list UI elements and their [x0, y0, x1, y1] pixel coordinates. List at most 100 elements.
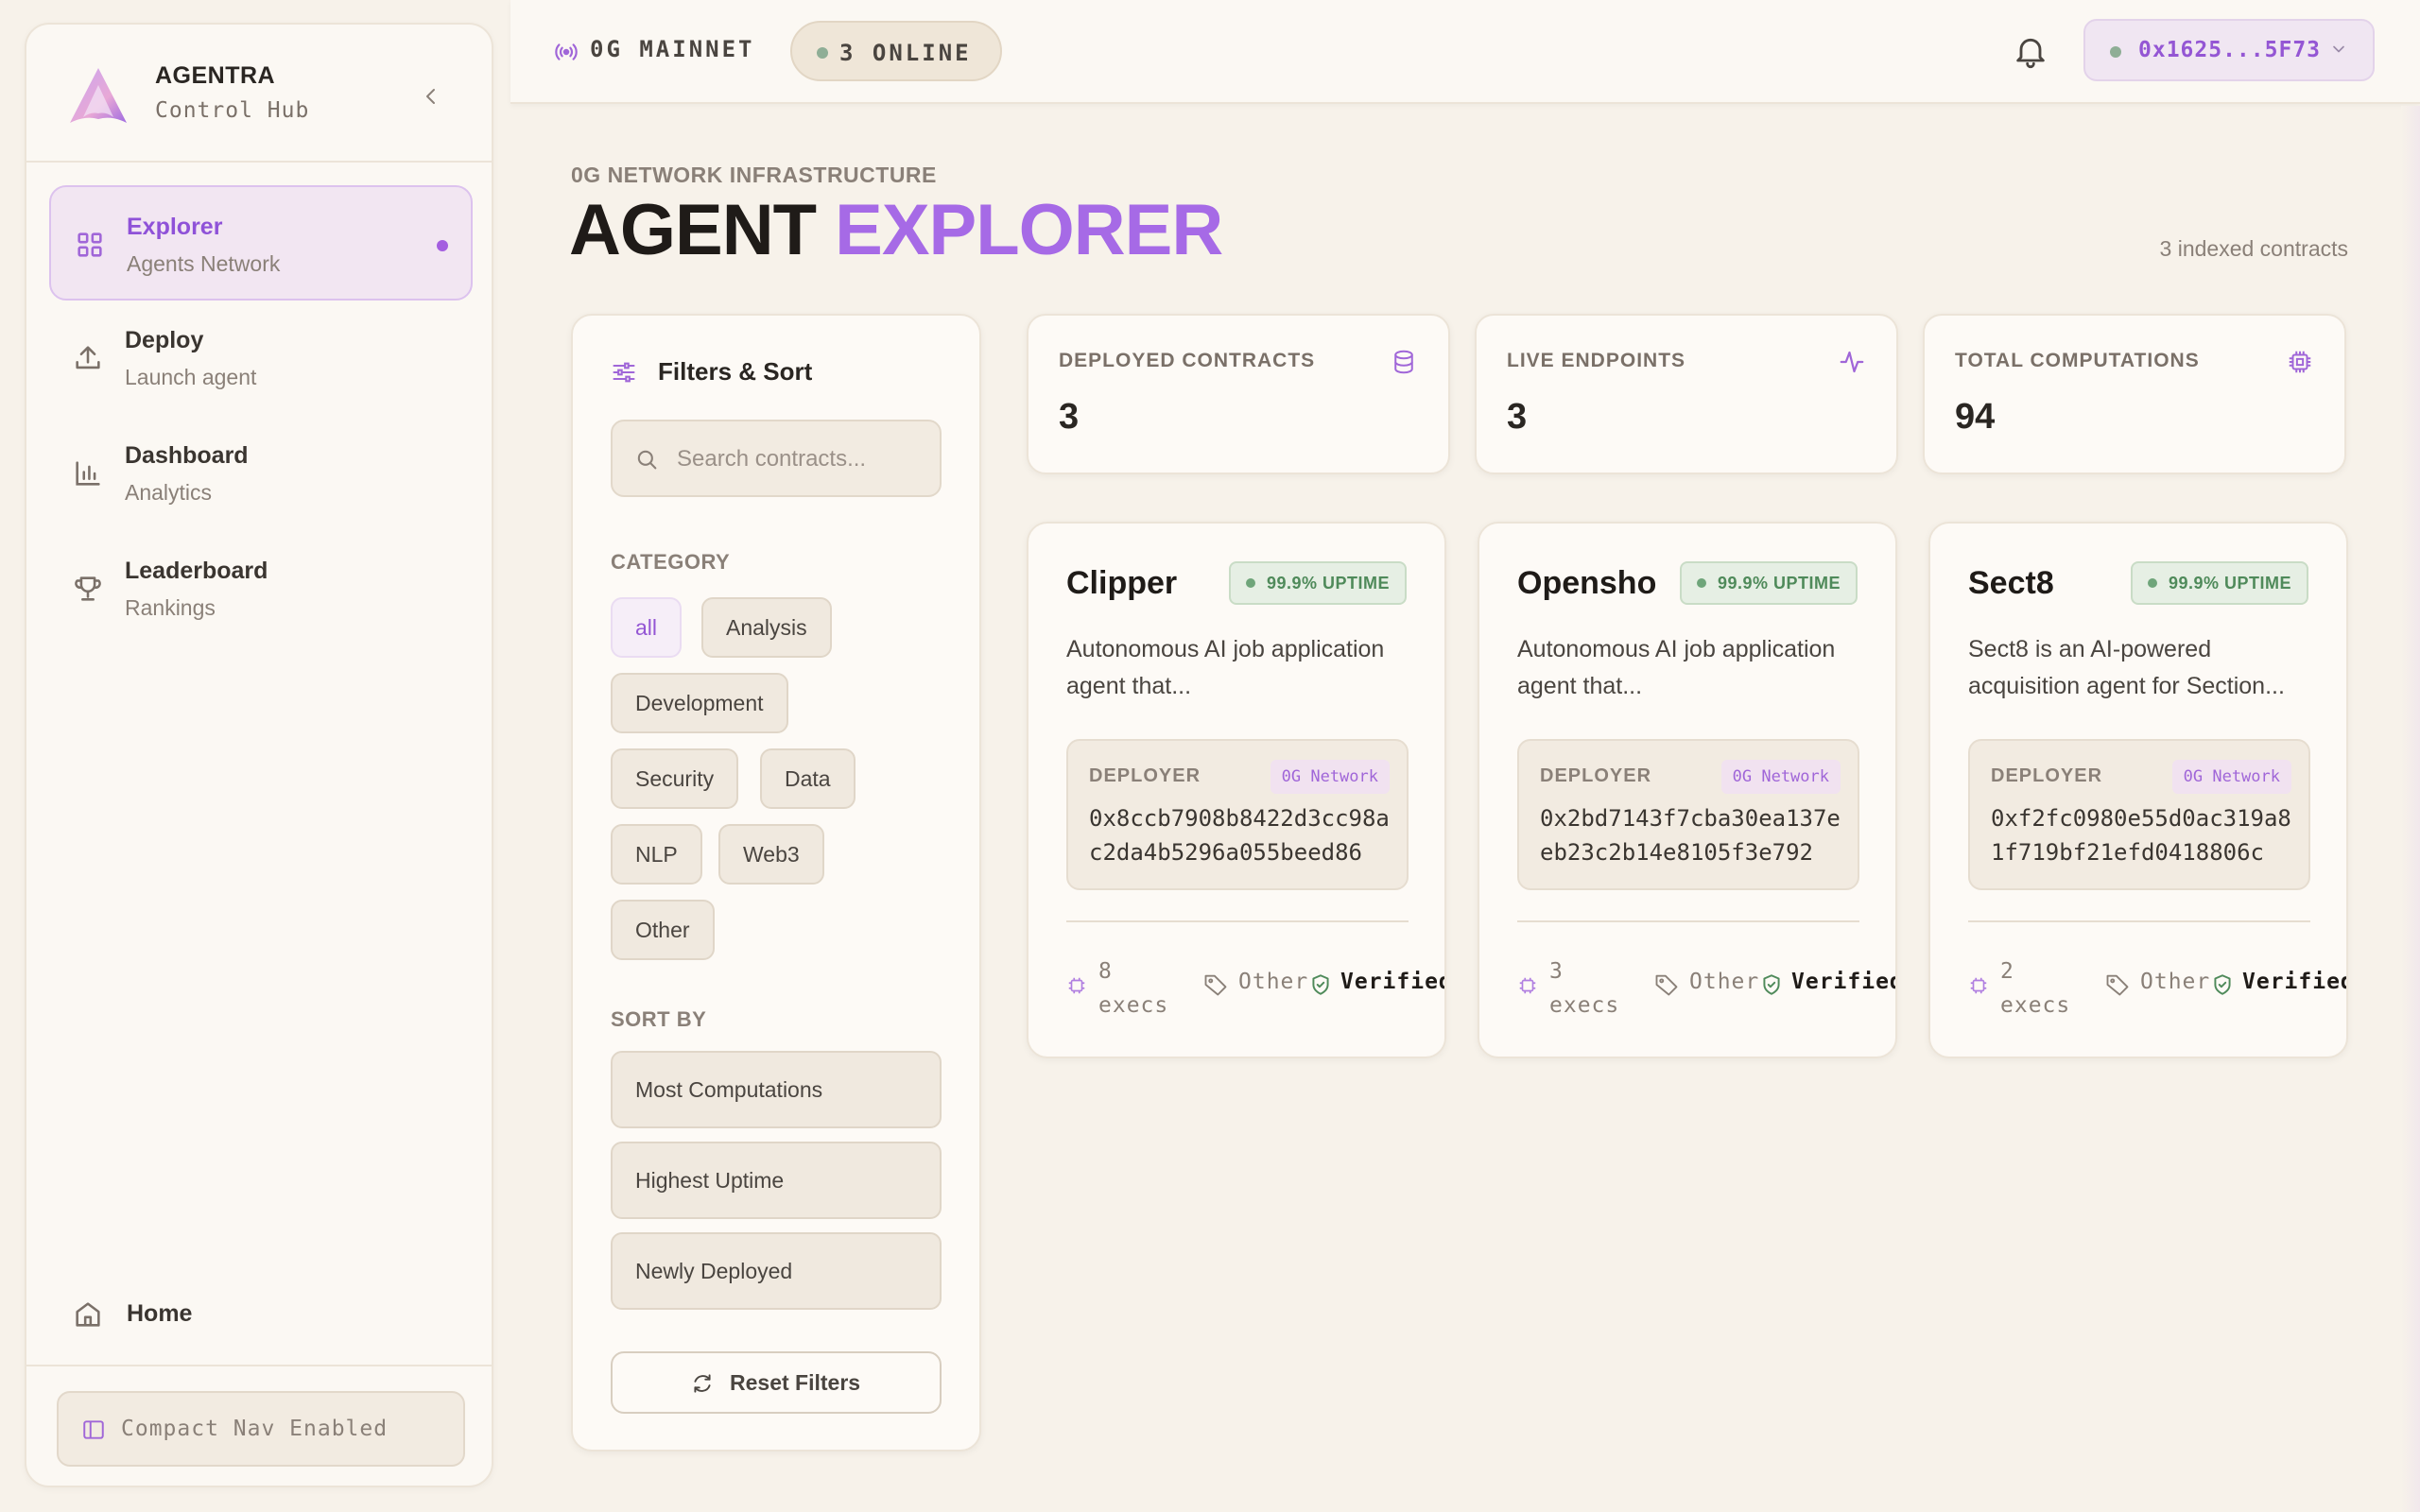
- filters-panel: Filters & Sort CATEGORY all Analysis Dev…: [571, 314, 981, 1452]
- category-chip-data[interactable]: Data: [760, 748, 856, 809]
- stat-value: 3: [1507, 397, 1528, 437]
- stat-label: DEPLOYED CONTRACTS: [1059, 350, 1316, 371]
- agent-card-opensho[interactable]: Opensho 99.9% UPTIME Autonomous AI job a…: [1478, 522, 1897, 1058]
- exec-count-value: 3: [1549, 959, 1564, 984]
- page-eyebrow: 0G NETWORK INFRASTRUCTURE: [571, 163, 937, 187]
- online-dot: [817, 47, 828, 59]
- sort-label: SORT BY: [611, 1007, 707, 1031]
- broadcast-icon: [555, 43, 578, 60]
- page-title-main: AGENT: [569, 190, 817, 270]
- deployer-label: DEPLOYER: [1089, 765, 1201, 786]
- shield-check-icon: [1763, 974, 1780, 995]
- refresh-icon: [694, 1374, 711, 1393]
- card-divider: [1517, 920, 1859, 922]
- deployer-address: 0x8ccb7908b8422d3cc98ac2da4b5296a055beed…: [1089, 805, 1390, 866]
- compact-nav-toggle[interactable]: Compact Nav Enabled: [57, 1391, 465, 1467]
- sidebar-item-explorer[interactable]: Explorer Agents Network: [49, 185, 473, 301]
- tag-icon: [1655, 974, 1678, 996]
- verified-label: Verified: [1340, 970, 1446, 994]
- category-chip-analysis[interactable]: Analysis: [701, 597, 832, 658]
- sort-most-computations[interactable]: Most Computations: [611, 1051, 942, 1128]
- deployer-label: DEPLOYER: [1540, 765, 1652, 786]
- deployer-box: DEPLOYER 0G Network 0x8ccb7908b8422d3cc9…: [1066, 739, 1409, 890]
- agent-name: Opensho: [1517, 565, 1657, 601]
- category-chip-development[interactable]: Development: [611, 673, 788, 733]
- category-chip-other[interactable]: Other: [611, 900, 715, 960]
- sidebar-item-title: Dashboard: [125, 442, 249, 469]
- uptime-badge: 99.9% UPTIME: [1228, 561, 1407, 605]
- sort-highest-uptime[interactable]: Highest Uptime: [611, 1142, 942, 1219]
- agent-name: Sect8: [1968, 565, 2054, 601]
- agent-category: Other: [1689, 970, 1760, 994]
- sidebar-nav: Explorer Agents Network Deploy Launch ag…: [49, 185, 473, 646]
- agent-description: Autonomous AI job application agent that…: [1517, 636, 1836, 699]
- exec-count-unit: execs: [2000, 993, 2071, 1018]
- sort-newly-deployed[interactable]: Newly Deployed: [611, 1232, 942, 1310]
- category-chip-security[interactable]: Security: [611, 748, 739, 809]
- cpu-icon: [1519, 977, 1536, 994]
- sidebar-item-home[interactable]: Home: [26, 1291, 405, 1338]
- exec-count-value: 8: [1098, 959, 1113, 984]
- card-divider: [1066, 920, 1409, 922]
- exec-count-unit: execs: [1549, 993, 1620, 1018]
- shield-check-icon: [2214, 974, 2231, 995]
- activity-icon: [1840, 351, 1864, 373]
- sidebar-item-subtitle: Launch agent: [125, 365, 257, 389]
- sliders-icon: [613, 362, 635, 383]
- search-input[interactable]: [677, 438, 932, 480]
- page-title-accent: EXPLORER: [835, 190, 1223, 270]
- category-chip-all[interactable]: all: [611, 597, 683, 658]
- active-indicator: [437, 240, 448, 251]
- exec-count: 3 execs: [1549, 954, 1663, 1022]
- agent-category: Other: [2140, 970, 2211, 994]
- sidebar-divider: [26, 1365, 492, 1366]
- sidebar-item-dashboard[interactable]: Dashboard Analytics: [49, 416, 473, 531]
- database-icon: [1394, 350, 1413, 374]
- stat-value: 94: [1955, 397, 1996, 437]
- topbar: 0G MAINNET 3 ONLINE 0x1625...5F73: [510, 0, 2420, 104]
- stat-value: 3: [1059, 397, 1080, 437]
- exec-count: 2 execs: [2000, 954, 2114, 1022]
- deployer-address: 0xf2fc0980e55d0ac319a81f719bf21efd041880…: [1991, 805, 2291, 866]
- deployer-box: DEPLOYER 0G Network 0x2bd7143f7cba30ea13…: [1517, 739, 1859, 890]
- wallet-button[interactable]: 0x1625...5F73: [2083, 19, 2375, 81]
- bell-icon[interactable]: [2012, 32, 2049, 70]
- uptime-badge: 99.9% UPTIME: [2130, 561, 2308, 605]
- sidebar-item-subtitle: Agents Network: [127, 251, 281, 276]
- brand-subtitle: Control Hub: [155, 98, 310, 123]
- verified-label: Verified: [2242, 970, 2348, 994]
- deployer-label: DEPLOYER: [1991, 765, 2103, 786]
- sidebar-item-leaderboard[interactable]: Leaderboard Rankings: [49, 531, 473, 646]
- verified-label: Verified: [1791, 970, 1897, 994]
- cpu-icon: [1068, 977, 1085, 994]
- sidebar-item-title: Leaderboard: [125, 558, 268, 584]
- grid-icon: [78, 232, 102, 257]
- bar-chart-icon: [76, 461, 100, 486]
- search-box: [611, 420, 942, 497]
- reset-filters-label: Reset Filters: [730, 1370, 861, 1395]
- stat-live-endpoints: LIVE ENDPOINTS 3: [1475, 314, 1898, 474]
- stat-total-computations: TOTAL COMPUTATIONS 94: [1923, 314, 2346, 474]
- sidebar-item-subtitle: Analytics: [125, 480, 213, 505]
- search-icon: [637, 450, 657, 470]
- network-badge: 0G Network: [1720, 760, 1841, 794]
- compact-nav-label: Compact Nav Enabled: [121, 1417, 389, 1441]
- reset-filters-button[interactable]: Reset Filters: [611, 1351, 942, 1414]
- agent-card-sect8[interactable]: Sect8 99.9% UPTIME Sect8 is an AI-powere…: [1928, 522, 2348, 1058]
- online-count: 3 ONLINE: [839, 40, 972, 66]
- home-icon: [76, 1302, 100, 1327]
- stat-label: LIVE ENDPOINTS: [1507, 350, 1686, 371]
- brand-name: AGENTRA: [155, 62, 276, 89]
- page-title: AGENT EXPLORER: [569, 189, 1223, 271]
- trophy-icon: [75, 576, 101, 601]
- shield-check-icon: [1312, 974, 1329, 995]
- sidebar-item-deploy[interactable]: Deploy Launch agent: [49, 301, 473, 416]
- network-badge: 0G Network: [2171, 760, 2291, 794]
- collapse-sidebar-button[interactable]: [416, 81, 446, 112]
- card-divider: [1968, 920, 2310, 922]
- agent-description: Autonomous AI job application agent that…: [1066, 636, 1385, 699]
- agent-card-clipper[interactable]: Clipper 99.9% UPTIME Autonomous AI job a…: [1027, 522, 1446, 1058]
- category-chip-nlp[interactable]: NLP: [611, 824, 702, 885]
- category-chip-web3[interactable]: Web3: [718, 824, 824, 885]
- upload-icon: [76, 346, 100, 369]
